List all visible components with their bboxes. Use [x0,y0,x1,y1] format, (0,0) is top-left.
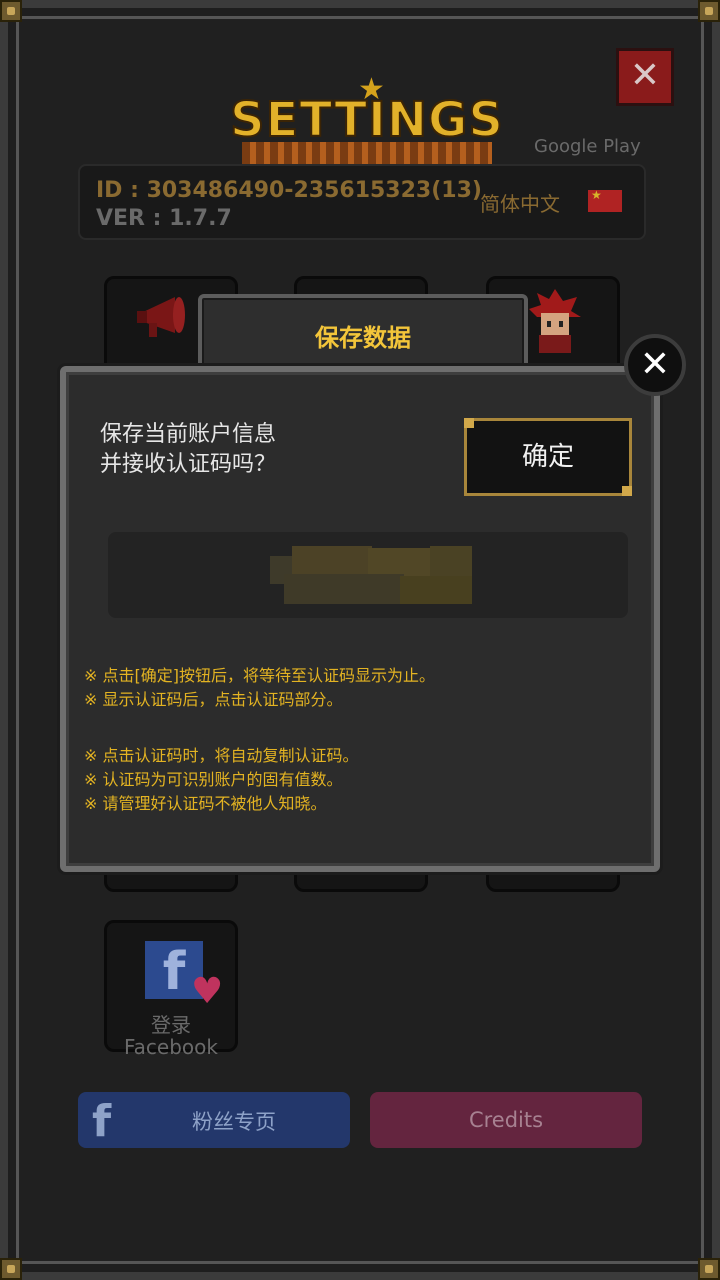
close-icon: ✕ [629,55,661,96]
auth-code-box[interactable] [108,532,628,618]
close-icon: ✕ [639,344,671,385]
confirm-button[interactable]: 确定 [464,418,632,496]
dialog-prompt: 保存当前账户信息 并接收认证码吗？ [100,420,276,480]
megaphone-icon [137,297,185,337]
prompt-line-1: 保存当前账户信息 [100,422,277,447]
china-flag-icon[interactable] [588,188,622,212]
note-line: ※ 请管理好认证码不被他人知晓。 [84,794,327,813]
account-info-bar: ID : 303486490-235615323(13) VER : 1.7.7… [78,164,646,240]
facebook-login-label: 登录 [151,1013,191,1037]
version-text: VER : 1.7.7 [96,206,232,231]
credits-button[interactable]: Credits [370,1092,642,1148]
heart-icon: ♥ [191,971,224,1012]
settings-close-button[interactable]: ✕ [616,48,674,106]
blurred-code [270,546,472,604]
dialog-title: 保存数据 [315,324,411,352]
note-line: ※ 显示认证码后，点击认证码部分。 [84,690,343,709]
facebook-login-tile[interactable]: f ♥ 登录 Facebook [104,920,238,1059]
facebook-login-label-2: Facebook [124,1035,218,1059]
note-line: ※ 点击[确定]按钮后，将等待至认证码显示为止。 [84,666,435,685]
settings-logo: ★ SETTINGS [222,72,512,164]
hero-icon [529,289,581,353]
fanpage-label: 粉丝专页 [192,1110,276,1134]
note-line: ※ 点击认证码时，将自动复制认证码。 [84,746,359,765]
account-id: ID : 303486490-235615323(13) [96,178,482,203]
fanpage-button[interactable]: f 粉丝专页 [78,1092,350,1148]
note-line: ※ 认证码为可识别账户的固有值数。 [84,770,343,789]
settings-title: SETTINGS [229,91,504,149]
dialog-close-button[interactable]: ✕ [624,334,686,396]
prompt-line-2: 并接收认证码吗？ [100,452,277,477]
language-selector[interactable]: 简体中文 [480,188,560,217]
save-data-dialog: 保存当前账户信息 并接收认证码吗？ 确定 ※ 点击[确定]按钮后，将等待至认证码… [60,366,660,872]
store-label: Google Play [534,136,641,157]
